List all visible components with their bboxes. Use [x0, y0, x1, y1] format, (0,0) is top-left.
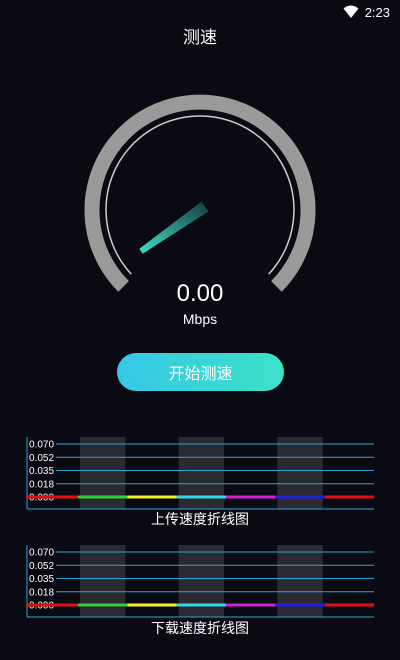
y-tick-label: 0.052	[29, 561, 54, 572]
y-tick-label: 0.070	[29, 548, 54, 559]
status-bar: 2:23	[0, 0, 400, 24]
page-title: 测速	[183, 28, 217, 48]
gauge-inner-ring	[105, 115, 295, 275]
gauge-track	[84, 94, 316, 292]
download-chart-caption: 下载速度折线图	[151, 621, 249, 637]
start-test-button[interactable]: 开始测速	[117, 353, 284, 391]
y-tick-label: 0.052	[29, 453, 54, 464]
gauge-needle	[139, 201, 209, 254]
chart-svg: 0.0700.0520.0350.0180.000	[26, 545, 374, 618]
y-tick-label: 0.035	[29, 574, 54, 585]
upload-speed-chart: 0.0700.0520.0350.0180.000	[26, 437, 374, 517]
y-tick-label: 0.035	[29, 466, 54, 477]
download-speed-chart: 0.0700.0520.0350.0180.000	[26, 545, 374, 625]
y-tick-label: 0.018	[29, 479, 54, 490]
y-tick-label: 0.018	[29, 587, 54, 598]
y-tick-label: 0.070	[29, 440, 54, 451]
status-time: 2:23	[364, 4, 390, 20]
wifi-icon	[343, 5, 359, 18]
chart-svg: 0.0700.0520.0350.0180.000	[26, 437, 374, 510]
speed-unit: Mbps	[182, 311, 218, 327]
upload-chart-caption: 上传速度折线图	[151, 512, 249, 528]
speed-value: 0.00	[176, 280, 224, 307]
